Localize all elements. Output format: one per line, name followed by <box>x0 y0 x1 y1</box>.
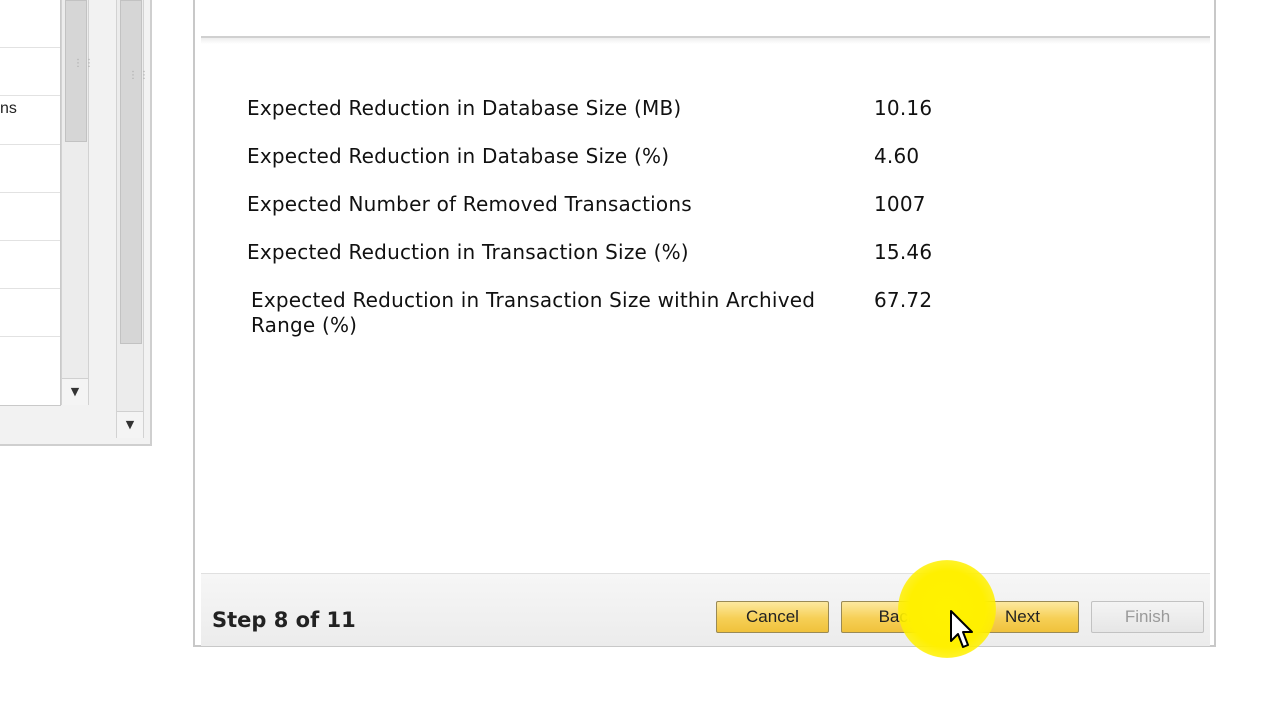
list-item[interactable] <box>0 193 60 241</box>
list-item[interactable] <box>0 48 60 96</box>
list-scrollbar[interactable]: ⋮⋮ ▼ <box>61 0 95 405</box>
list-item[interactable] <box>0 241 60 289</box>
grip-icon: ⋮⋮ <box>73 58 95 69</box>
list-item[interactable] <box>0 289 60 337</box>
metric-value: 4.60 <box>874 144 920 168</box>
cursor-highlight <box>898 560 996 658</box>
finish-button: Finish <box>1091 601 1204 633</box>
archive-wizard-window: Expected Reduction in Database Size (MB)… <box>193 0 1216 647</box>
chevron-down-icon[interactable]: ▼ <box>117 411 143 438</box>
list-item[interactable] <box>0 337 60 384</box>
list-item[interactable]: ns <box>0 96 60 145</box>
metric-value: 1007 <box>874 192 926 216</box>
mouse-pointer-icon <box>950 610 973 648</box>
metric-value: 15.46 <box>874 240 933 264</box>
scrollbar-thumb[interactable]: ⋮⋮ <box>65 0 95 142</box>
header-separator <box>201 36 1210 44</box>
panel-scrollbar[interactable]: ⋮⋮ ▼ <box>116 0 150 438</box>
metric-label: Expected Reduction in Transaction Size w… <box>251 288 816 337</box>
grip-icon: ⋮⋮ <box>128 70 150 81</box>
cancel-button[interactable]: Cancel <box>716 601 829 633</box>
metric-value: 67.72 <box>874 288 933 312</box>
list-item[interactable] <box>0 145 60 193</box>
step-indicator: Step 8 of 11 <box>212 608 356 632</box>
scrollbar-thumb[interactable]: ⋮⋮ <box>120 0 150 344</box>
wizard-footer: Step 8 of 11 Cancel Back Next Finish <box>201 573 1210 646</box>
background-panel: ns ⋮⋮ ▼ ⋮⋮ ▼ <box>0 0 152 446</box>
metric-value: 10.16 <box>874 96 933 120</box>
chevron-down-icon[interactable]: ▼ <box>62 378 88 405</box>
metric-label: Expected Reduction in Transaction Size (… <box>247 240 689 264</box>
background-list: ns <box>0 0 61 406</box>
metric-label: Expected Reduction in Database Size (MB) <box>247 96 682 120</box>
metric-label: Expected Number of Removed Transactions <box>247 192 692 216</box>
list-item-label: ns <box>0 100 17 117</box>
metric-label: Expected Reduction in Database Size (%) <box>247 144 670 168</box>
list-item[interactable] <box>0 0 60 48</box>
